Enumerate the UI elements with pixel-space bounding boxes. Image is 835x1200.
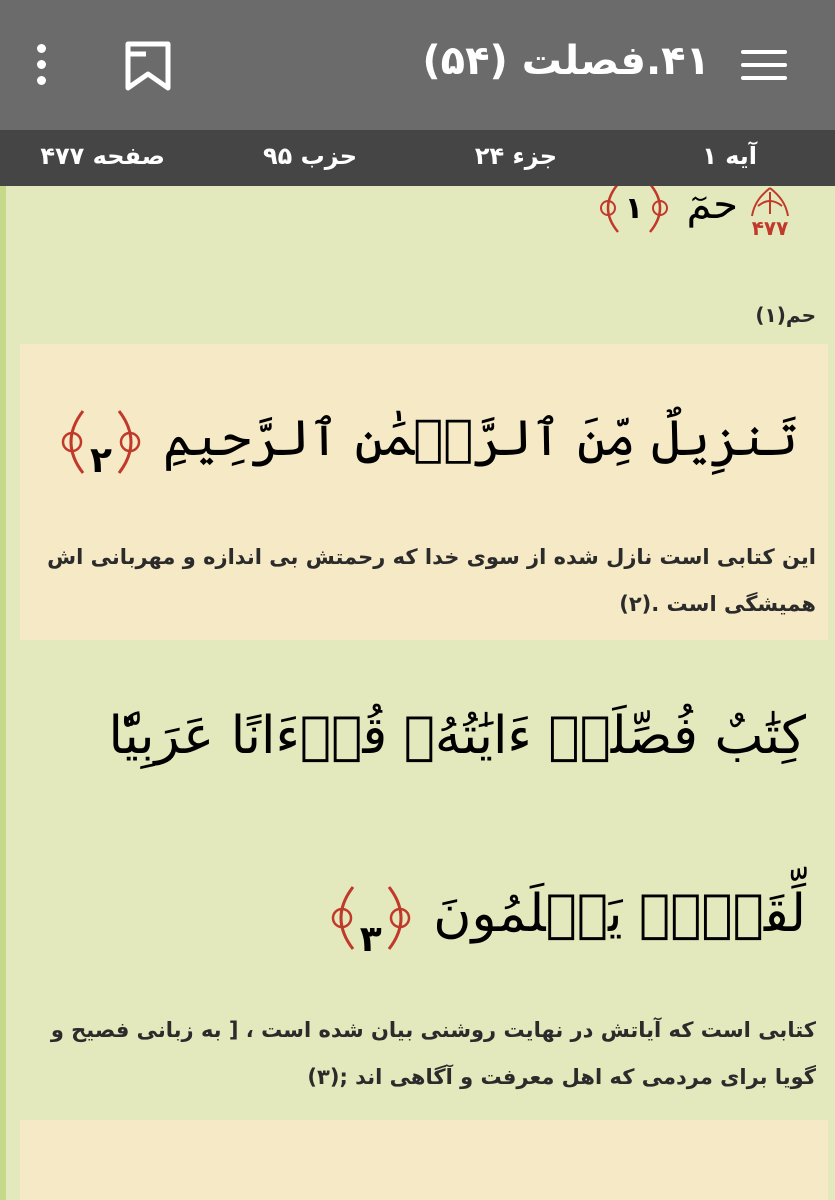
verse-number-marker: ١: [594, 186, 674, 236]
verse-arabic-text: تَنزِيلٌ مِّنَ ٱلرَّحۡمَٰنِ ٱلرَّحِيمِ: [162, 409, 798, 467]
verse-number: ٢: [90, 440, 113, 481]
verse-item[interactable]: تَنزِيلٌ مِّنَ ٱلرَّحۡمَٰنِ ٱلرَّحِيمِ ٢…: [20, 344, 828, 640]
verse-translation: کتابی است که آیاتش در نهایت روشنی بیان ش…: [50, 1018, 816, 1089]
verse-arabic-line1: كِتَٰبٌ فُصِّلَتۡ ءَايَٰتُهُۥ قُرۡءَانًا…: [108, 706, 806, 766]
bookmark-icon[interactable]: [122, 40, 174, 92]
verse-item[interactable]: ۴۷۷ حمٓ ١ حم(۱): [20, 186, 828, 343]
page-label[interactable]: صفحه ۴۷۷: [40, 142, 165, 170]
page-number-marker: ۴۷۷: [751, 216, 789, 240]
verse-number-marker: ٣: [325, 883, 417, 960]
aye-label[interactable]: آیه ۱: [702, 142, 757, 170]
verse-arabic: لِّقَوۡمٖ يَعۡلَمُونَ ٣: [325, 869, 806, 960]
hizb-label[interactable]: حزب ۹۵: [263, 142, 357, 170]
verse-translation: این کتابی است نازل شده از سوی خدا که رحم…: [47, 545, 816, 616]
verse-translation: حم(۱): [755, 303, 816, 327]
verse-arabic: حمٓ ١: [594, 186, 738, 236]
menu-icon[interactable]: [741, 48, 787, 82]
verse-arabic: تَنزِيلٌ مِّنَ ٱلرَّحۡمَٰنِ ٱلرَّحِيمِ ٢: [55, 396, 798, 481]
surah-title: ۴۱.فصلت (۵۴): [422, 38, 710, 84]
verse-number-marker: ٢: [55, 407, 147, 481]
verse-item[interactable]: كِتَٰبٌ فُصِّلَتۡ ءَايَٰتُهُۥ قُرۡءَانًا…: [20, 641, 828, 1119]
verse-list[interactable]: ۴۷۷ حمٓ ١ حم(۱) تَنزِيلٌ مِّنَ ٱلرَّحۡمَ…: [0, 186, 835, 1200]
app-bar: ۴۱.فصلت (۵۴): [0, 0, 835, 130]
verse-arabic-line2: لِّقَوۡمٖ يَعۡلَمُونَ: [433, 884, 806, 944]
juz-label[interactable]: جزء ۲۴: [475, 142, 557, 170]
verse-item-partial[interactable]: [20, 1120, 828, 1200]
verse-number: ٣: [359, 918, 382, 960]
verse-info-bar: آیه ۱ جزء ۲۴ حزب ۹۵ صفحه ۴۷۷: [0, 130, 835, 186]
verse-number: ١: [624, 191, 644, 226]
page-ornament: ۴۷۷: [750, 186, 790, 242]
verse-arabic-text: حمٓ: [686, 186, 738, 228]
more-vert-icon[interactable]: [30, 42, 52, 88]
